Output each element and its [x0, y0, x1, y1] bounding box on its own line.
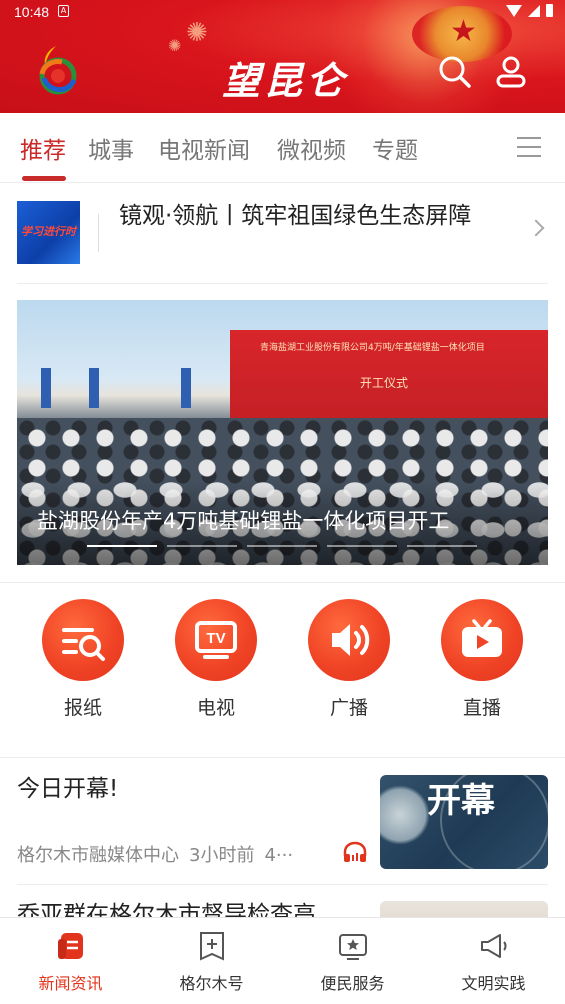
- news-time: 3小时前: [189, 845, 255, 866]
- quick-entry-label: 报纸: [63, 697, 102, 719]
- quick-entry-label: 电视: [196, 697, 235, 719]
- wifi-icon: [506, 4, 522, 17]
- live-play-icon: [462, 619, 502, 657]
- nav-label: 文明实践: [461, 974, 526, 993]
- nav-services[interactable]: 便民服务: [282, 930, 423, 994]
- active-tab-indicator: [22, 176, 66, 181]
- flag-decoration: [89, 368, 99, 408]
- featured-thumbnail: 学习进行时: [17, 201, 80, 264]
- signal-icon: [528, 4, 540, 17]
- user-profile-icon[interactable]: [493, 54, 529, 90]
- speaker-icon: [332, 624, 370, 656]
- divider: [98, 214, 99, 252]
- app-logo-icon[interactable]: [34, 42, 82, 96]
- tab-recommend[interactable]: 推荐: [20, 131, 66, 165]
- nav-label: 便民服务: [320, 974, 385, 993]
- newspaper-search-icon: [62, 628, 105, 661]
- carousel-dot[interactable]: [327, 545, 397, 547]
- carousel-indicator[interactable]: [87, 545, 477, 547]
- quick-entry-newspaper[interactable]: 报纸: [42, 599, 124, 720]
- nav-label: 格尔木号: [179, 974, 244, 993]
- tab-micro-video[interactable]: 微视频: [277, 131, 346, 165]
- live-icon-circle: [441, 599, 523, 681]
- sim-icon: A: [58, 5, 69, 17]
- stage-banner-subtitle: 开工仪式: [360, 376, 409, 390]
- search-icon[interactable]: [437, 54, 473, 90]
- news-list-item[interactable]: 今日开幕! 格尔木市融媒体中心 3小时前 4··· 开幕: [17, 759, 548, 885]
- headphones-icon[interactable]: [342, 841, 368, 863]
- carousel-caption: 盐湖股份年产4万吨基础锂盐一体化项目开工: [37, 509, 450, 533]
- newspaper-icon-circle: [42, 599, 124, 681]
- news-title: 今日开幕!: [17, 776, 119, 802]
- status-bar: 10:48 A: [0, 0, 565, 26]
- news-extra: 4···: [264, 845, 294, 866]
- app-title: 望昆仑: [221, 58, 348, 103]
- app-header: ★ ✺ ✺ 10:48 A 望昆仑: [0, 0, 565, 113]
- tab-city-events[interactable]: 城事: [88, 131, 134, 165]
- featured-topic-row[interactable]: 学习进行时 镜观·领航丨筑牢祖国绿色生态屏障: [17, 184, 548, 284]
- svg-text:TV: TV: [206, 630, 225, 647]
- news-meta: 格尔木市融媒体中心 3小时前 4···: [17, 841, 303, 867]
- tab-menu-icon[interactable]: [517, 137, 541, 157]
- quick-entry-tv[interactable]: TV 电视: [175, 599, 257, 720]
- tab-tv-news[interactable]: 电视新闻: [158, 131, 250, 165]
- carousel-dot[interactable]: [167, 545, 237, 547]
- radio-icon-circle: [308, 599, 390, 681]
- news-thumb-text: 开幕: [427, 781, 495, 821]
- quick-entry-grid: 报纸 TV 电视 广播 直播: [0, 582, 565, 758]
- quick-entry-label: 广播: [329, 697, 368, 719]
- carousel-dot[interactable]: [87, 545, 157, 547]
- add-square-icon: [199, 932, 224, 961]
- tv-icon-circle: TV: [175, 599, 257, 681]
- flower-decoration: [380, 785, 430, 845]
- news-icon: [57, 933, 83, 959]
- firework-decoration-icon: ✺: [168, 36, 182, 55]
- status-time: 10:48: [14, 4, 50, 20]
- status-icons: [506, 4, 553, 17]
- featured-thumb-text: 学习进行时: [21, 225, 76, 238]
- news-thumbnail: 开幕: [380, 775, 548, 869]
- carousel-dot[interactable]: [407, 545, 477, 547]
- news-source: 格尔木市融媒体中心: [17, 845, 179, 866]
- headline-carousel[interactable]: 青海盐湖工业股份有限公司4万吨/年基础锂盐一体化项目 开工仪式 盐湖股份年产4万…: [17, 300, 548, 565]
- tv-icon: TV: [195, 621, 237, 659]
- quick-entry-label: 直播: [462, 697, 501, 719]
- battery-icon: [546, 4, 553, 17]
- category-tabs: 推荐 城事 电视新闻 微视频 专题: [0, 113, 565, 183]
- nav-golmud-account[interactable]: 格尔木号: [141, 930, 282, 994]
- nav-news[interactable]: 新闻资讯: [0, 930, 141, 994]
- nav-label: 新闻资讯: [38, 974, 103, 993]
- flag-decoration: [181, 368, 191, 408]
- carousel-dot[interactable]: [247, 545, 317, 547]
- tab-special-topics[interactable]: 专题: [372, 131, 418, 165]
- stage-banner-text: 青海盐湖工业股份有限公司4万吨/年基础锂盐一体化项目: [260, 343, 485, 353]
- bottom-navigation: 新闻资讯 格尔木号 便民服务 文明实践: [0, 917, 565, 1004]
- flag-decoration: [41, 368, 51, 408]
- star-tv-icon: [338, 934, 367, 960]
- chevron-right-icon: [527, 219, 545, 237]
- megaphone-icon: [480, 934, 506, 958]
- quick-entry-radio[interactable]: 广播: [308, 599, 390, 720]
- featured-title: 镜观·领航丨筑牢祖国绿色生态屏障: [119, 203, 472, 229]
- quick-entry-live[interactable]: 直播: [441, 599, 523, 720]
- nav-civilization-practice[interactable]: 文明实践: [423, 930, 564, 994]
